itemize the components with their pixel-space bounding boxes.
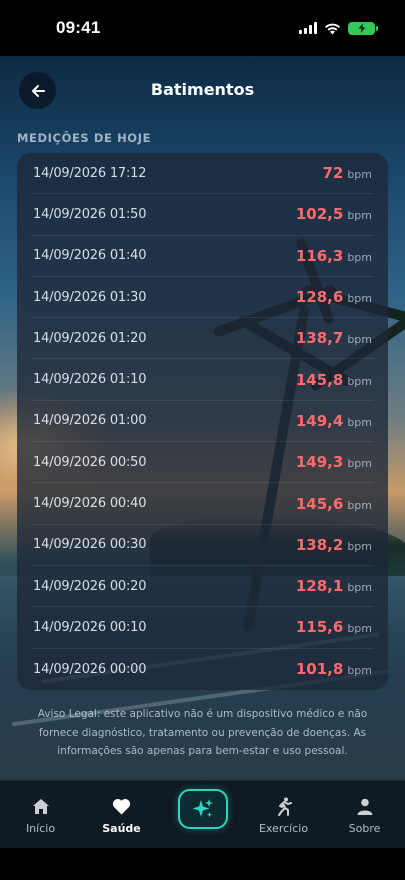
legal-disclaimer: Aviso Legal: este aplicativo não é um di… [37, 708, 368, 757]
measurement-datetime: 14/09/2026 01:50 [33, 206, 147, 222]
measurement-value-group: 115,6 bpm [296, 618, 372, 636]
measurement-value-group: 101,8 bpm [296, 660, 372, 678]
measurement-row: 14/09/2026 00:20 128,1 bpm [31, 566, 374, 608]
bpm-value: 115,6 [295, 618, 344, 637]
bpm-value: 128,1 [295, 577, 344, 596]
running-icon [274, 796, 294, 816]
measurement-value-group: 145,6 bpm [296, 495, 372, 513]
home-icon [31, 796, 51, 816]
heart-icon [112, 796, 132, 816]
bpm-unit: bpm [347, 333, 372, 347]
bpm-unit: bpm [347, 539, 372, 553]
page-title: Batimentos [150, 80, 255, 99]
nav-item-exercise[interactable]: Exercício [243, 781, 324, 848]
measurement-row: 14/09/2026 00:00 101,8 bpm [31, 649, 374, 690]
status-icons [299, 21, 378, 35]
bpm-value: 101,8 [295, 660, 344, 679]
measurement-datetime: 14/09/2026 00:10 [33, 619, 147, 635]
measurement-row: 14/09/2026 01:30 128,6 bpm [31, 277, 374, 319]
measurement-value-group: 72 bpm [322, 164, 372, 182]
measurement-row: 14/09/2026 01:40 116,3 bpm [31, 236, 374, 277]
measurement-datetime: 14/09/2026 01:10 [33, 372, 147, 388]
measurement-value-group: 145,8 bpm [296, 371, 372, 389]
nav-label-health: Saúde [102, 822, 141, 835]
nav-label-about: Sobre [348, 822, 381, 835]
nav-item-home[interactable]: Início [0, 781, 81, 848]
wifi-icon [325, 23, 340, 34]
measurement-row: 14/09/2026 01:00 149,4 bpm [31, 401, 374, 443]
measurement-datetime: 14/09/2026 17:12 [33, 165, 147, 181]
bottom-nav: Início Saúde Exercício Sobre [0, 780, 405, 848]
bpm-unit: bpm [347, 374, 372, 388]
cellular-signal-icon [299, 22, 317, 34]
measurement-value-group: 116,3 bpm [296, 247, 372, 265]
bottom-bar [0, 848, 405, 880]
measurement-value-group: 149,3 bpm [296, 453, 372, 471]
measurement-value-group: 138,7 bpm [296, 329, 372, 347]
measurement-value-group: 128,6 bpm [296, 288, 372, 306]
nav-item-about[interactable]: Sobre [324, 781, 405, 848]
measurement-row: 14/09/2026 01:20 138,7 bpm [31, 318, 374, 360]
nav-label-exercise: Exercício [258, 822, 309, 835]
bpm-unit: bpm [347, 415, 372, 429]
nav-item-health[interactable]: Saúde [81, 781, 162, 848]
ai-assistant-button[interactable] [177, 789, 228, 829]
measurement-value-group: 102,5 bpm [296, 205, 372, 223]
bpm-value: 145,8 [295, 370, 344, 389]
sparkles-icon [192, 799, 213, 818]
status-bar: 09:41 [0, 0, 405, 56]
measurement-row: 14/09/2026 00:50 149,3 bpm [31, 442, 374, 484]
measurement-datetime: 14/09/2026 00:20 [33, 578, 147, 594]
nav-label-home: Início [25, 822, 56, 835]
measurement-value-group: 138,2 bpm [296, 536, 372, 554]
bpm-unit: bpm [347, 292, 372, 306]
bpm-value: 149,4 [295, 411, 344, 430]
measurement-value-group: 128,1 bpm [296, 577, 372, 595]
measurement-datetime: 14/09/2026 00:00 [33, 661, 147, 677]
bpm-value: 138,7 [295, 329, 344, 348]
section-label: MEDIÇÕES DE HOJE [17, 131, 152, 145]
bpm-unit: bpm [347, 622, 372, 636]
bpm-unit: bpm [347, 581, 372, 595]
bpm-value: 128,6 [295, 288, 344, 307]
bpm-value: 145,6 [295, 494, 344, 513]
bpm-value: 102,5 [295, 205, 344, 224]
bpm-unit: bpm [347, 498, 372, 512]
bpm-value: 116,3 [295, 246, 344, 265]
bpm-unit: bpm [347, 168, 372, 182]
bpm-value: 72 [322, 164, 344, 183]
nav-item-ai[interactable] [162, 781, 243, 848]
measurement-datetime: 14/09/2026 00:40 [33, 496, 147, 512]
status-time: 09:41 [56, 18, 101, 37]
measurement-datetime: 14/09/2026 01:00 [33, 413, 147, 429]
measurement-row: 14/09/2026 01:10 145,8 bpm [31, 359, 374, 401]
measurement-datetime: 14/09/2026 01:20 [33, 330, 147, 346]
bpm-unit: bpm [347, 457, 372, 471]
measurement-row: 14/09/2026 00:40 145,6 bpm [31, 483, 374, 525]
bpm-unit: bpm [347, 250, 372, 264]
measurement-datetime: 14/09/2026 01:40 [33, 248, 147, 264]
person-icon [355, 796, 375, 816]
measurement-row: 14/09/2026 17:12 72 bpm [31, 153, 374, 195]
bpm-value: 138,2 [295, 535, 344, 554]
bpm-value: 149,3 [295, 453, 344, 472]
measurement-row: 14/09/2026 00:30 138,2 bpm [31, 525, 374, 566]
measurement-value-group: 149,4 bpm [296, 412, 372, 430]
measurement-row: 14/09/2026 00:10 115,6 bpm [31, 607, 374, 649]
measurement-datetime: 14/09/2026 00:30 [33, 537, 147, 553]
measurement-datetime: 14/09/2026 00:50 [33, 454, 147, 470]
battery-charging-icon [348, 21, 378, 35]
bpm-unit: bpm [347, 209, 372, 223]
measurement-row: 14/09/2026 01:50 102,5 bpm [31, 194, 374, 236]
measurement-datetime: 14/09/2026 01:30 [33, 289, 147, 305]
bpm-unit: bpm [347, 664, 372, 678]
measurements-list: 14/09/2026 17:12 72 bpm 14/09/2026 01:50 102… [17, 153, 388, 690]
